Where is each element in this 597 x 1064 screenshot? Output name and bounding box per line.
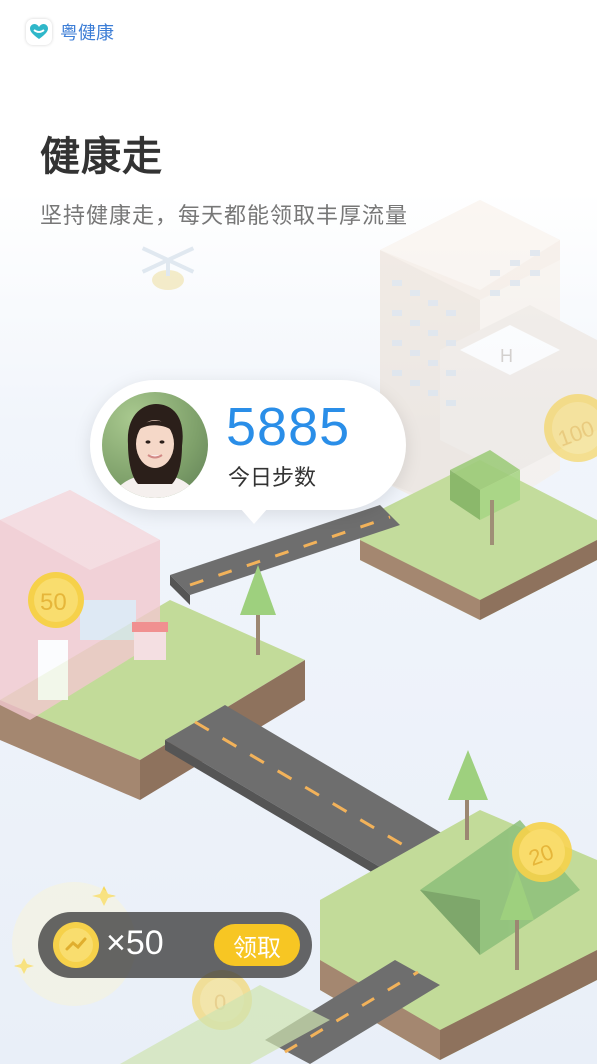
- svg-text:50: 50: [40, 589, 67, 616]
- steps-count: 5885: [226, 397, 351, 457]
- reward-count: ×50: [106, 924, 164, 963]
- avatar: [102, 392, 208, 498]
- coin-20-icon: 20: [512, 822, 572, 882]
- claim-button[interactable]: 领取: [214, 924, 300, 966]
- page-title: 健康走: [40, 135, 163, 179]
- app-name: 粤健康: [60, 23, 114, 43]
- helicopter-icon: [141, 246, 195, 290]
- steps-label: 今日步数: [228, 465, 317, 490]
- svg-text:H: H: [500, 346, 513, 366]
- coin-icon: [53, 922, 99, 968]
- heart-logo-icon: [26, 19, 52, 45]
- reward-prefix: ×: [106, 924, 126, 962]
- page-subtitle: 坚持健康走，每天都能领取丰厚流量: [40, 203, 409, 228]
- reward-value: 50: [125, 924, 164, 962]
- steps-card[interactable]: 5885 今日步数: [90, 380, 406, 524]
- app-header: 粤健康: [26, 17, 114, 47]
- reward-bar: ×50 领取: [38, 912, 312, 978]
- coin-50-icon: 50: [28, 572, 84, 628]
